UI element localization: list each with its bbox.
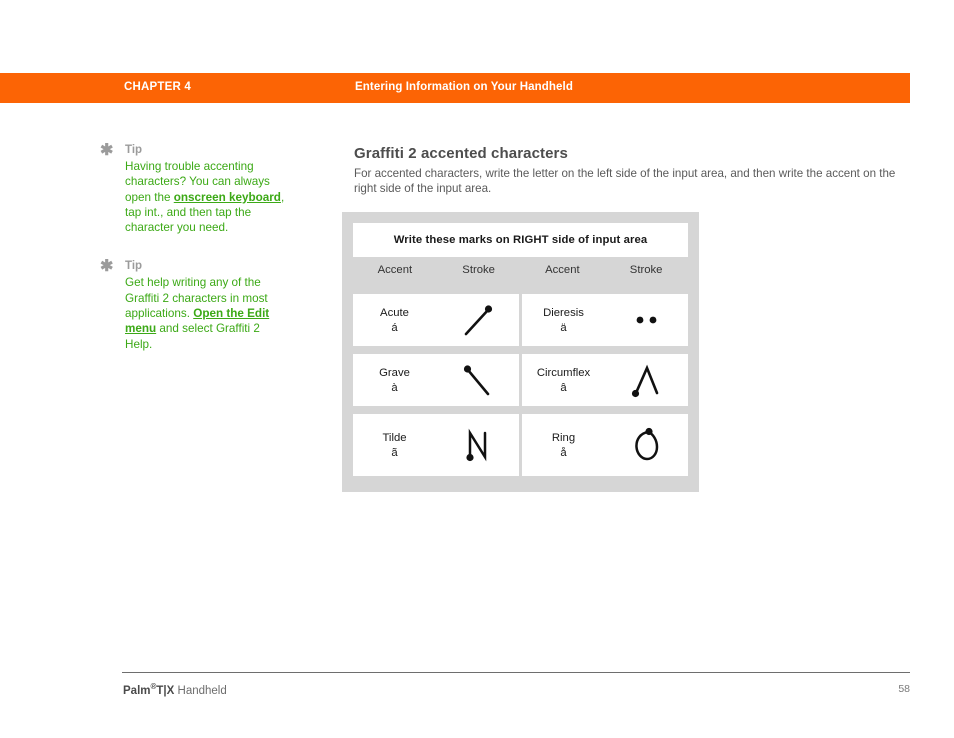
accent-sample: à [391, 381, 398, 394]
accent-strokes-figure: Write these marks on RIGHT side of input… [342, 212, 699, 492]
tip-item: ✱ Tip Get help writing any of the Graffi… [100, 259, 285, 351]
accent-label-grave: Grave à [353, 366, 436, 395]
onscreen-keyboard-link[interactable]: onscreen keyboard [174, 191, 281, 204]
accent-label-dieresis: Dieresis ä [522, 306, 605, 335]
figure-column-headers: Accent Stroke Accent Stroke [353, 264, 688, 288]
chapter-label: CHAPTER 4 [124, 81, 191, 93]
footer-product: Palm®T|X Handheld [123, 682, 227, 697]
accent-sample: ä [560, 321, 567, 334]
footer-divider [122, 672, 910, 673]
tip-label: Tip [125, 144, 143, 156]
accent-sample: â [560, 381, 567, 394]
ring-stroke-icon [605, 423, 688, 467]
accent-name: Tilde [382, 431, 407, 444]
accent-name: Grave [379, 366, 410, 379]
accent-sample: á [391, 321, 398, 334]
accent-name: Circumflex [536, 366, 591, 379]
table-cell-circumflex: Circumflex â [522, 354, 688, 406]
column-header-accent-1: Accent [377, 264, 413, 276]
table-cell-grave: Grave à [353, 354, 519, 406]
accent-label-acute: Acute á [353, 306, 436, 335]
figure-banner: Write these marks on RIGHT side of input… [353, 223, 688, 257]
accent-label-circumflex: Circumflex â [522, 366, 605, 395]
accent-sample: å [560, 446, 567, 459]
dieresis-stroke-icon [605, 300, 688, 340]
tip-text: Having trouble accenting characters? You… [125, 159, 285, 235]
table-cell-acute: Acute á [353, 294, 519, 346]
tip-label: Tip [125, 260, 143, 273]
table-cell-ring: Ring å [522, 414, 688, 476]
tips-sidebar: ✱ Tip Having trouble accenting character… [100, 143, 285, 371]
page-number: 58 [898, 683, 910, 695]
accent-name: Ring [551, 431, 576, 444]
tilde-stroke-icon [436, 423, 519, 467]
table-row: Grave à Circumflex â [353, 354, 688, 406]
grave-stroke-icon [436, 360, 519, 400]
accent-label-ring: Ring å [522, 431, 605, 460]
column-header-stroke-2: Stroke [629, 264, 663, 276]
footer-product-brand: Palm [123, 684, 151, 697]
accent-sample: ã [391, 446, 398, 459]
footer-product-rest: Handheld [174, 684, 227, 697]
table-row: Acute á Dieresis ä [353, 294, 688, 346]
circumflex-stroke-icon [605, 360, 688, 400]
footer-product-model: T|X [156, 684, 175, 697]
table-row: Tilde ã Ring å [353, 414, 688, 476]
asterisk-icon: ✱ [100, 258, 114, 276]
chapter-title: Entering Information on Your Handheld [355, 81, 573, 93]
accent-name: Dieresis [543, 306, 584, 319]
table-cell-tilde: Tilde ã [353, 414, 519, 476]
figure-rows: Acute á Dieresis ä Grave à Circumflex â … [353, 294, 688, 484]
accent-label-tilde: Tilde ã [353, 431, 436, 460]
acute-stroke-icon [436, 300, 519, 340]
table-cell-dieresis: Dieresis ä [522, 294, 688, 346]
tip-item: ✱ Tip Having trouble accenting character… [100, 143, 285, 235]
figure-banner-text: Write these marks on RIGHT side of input… [393, 234, 648, 246]
accent-name: Acute [380, 306, 409, 319]
column-header-accent-2: Accent [545, 264, 580, 276]
column-header-stroke-1: Stroke [462, 264, 495, 276]
asterisk-icon: ✱ [100, 142, 114, 159]
tip-text: Get help writing any of the Graffiti 2 c… [125, 275, 285, 351]
intro-paragraph: For accented characters, write the lette… [354, 167, 896, 195]
page-title: Graffiti 2 accented characters [354, 145, 568, 162]
